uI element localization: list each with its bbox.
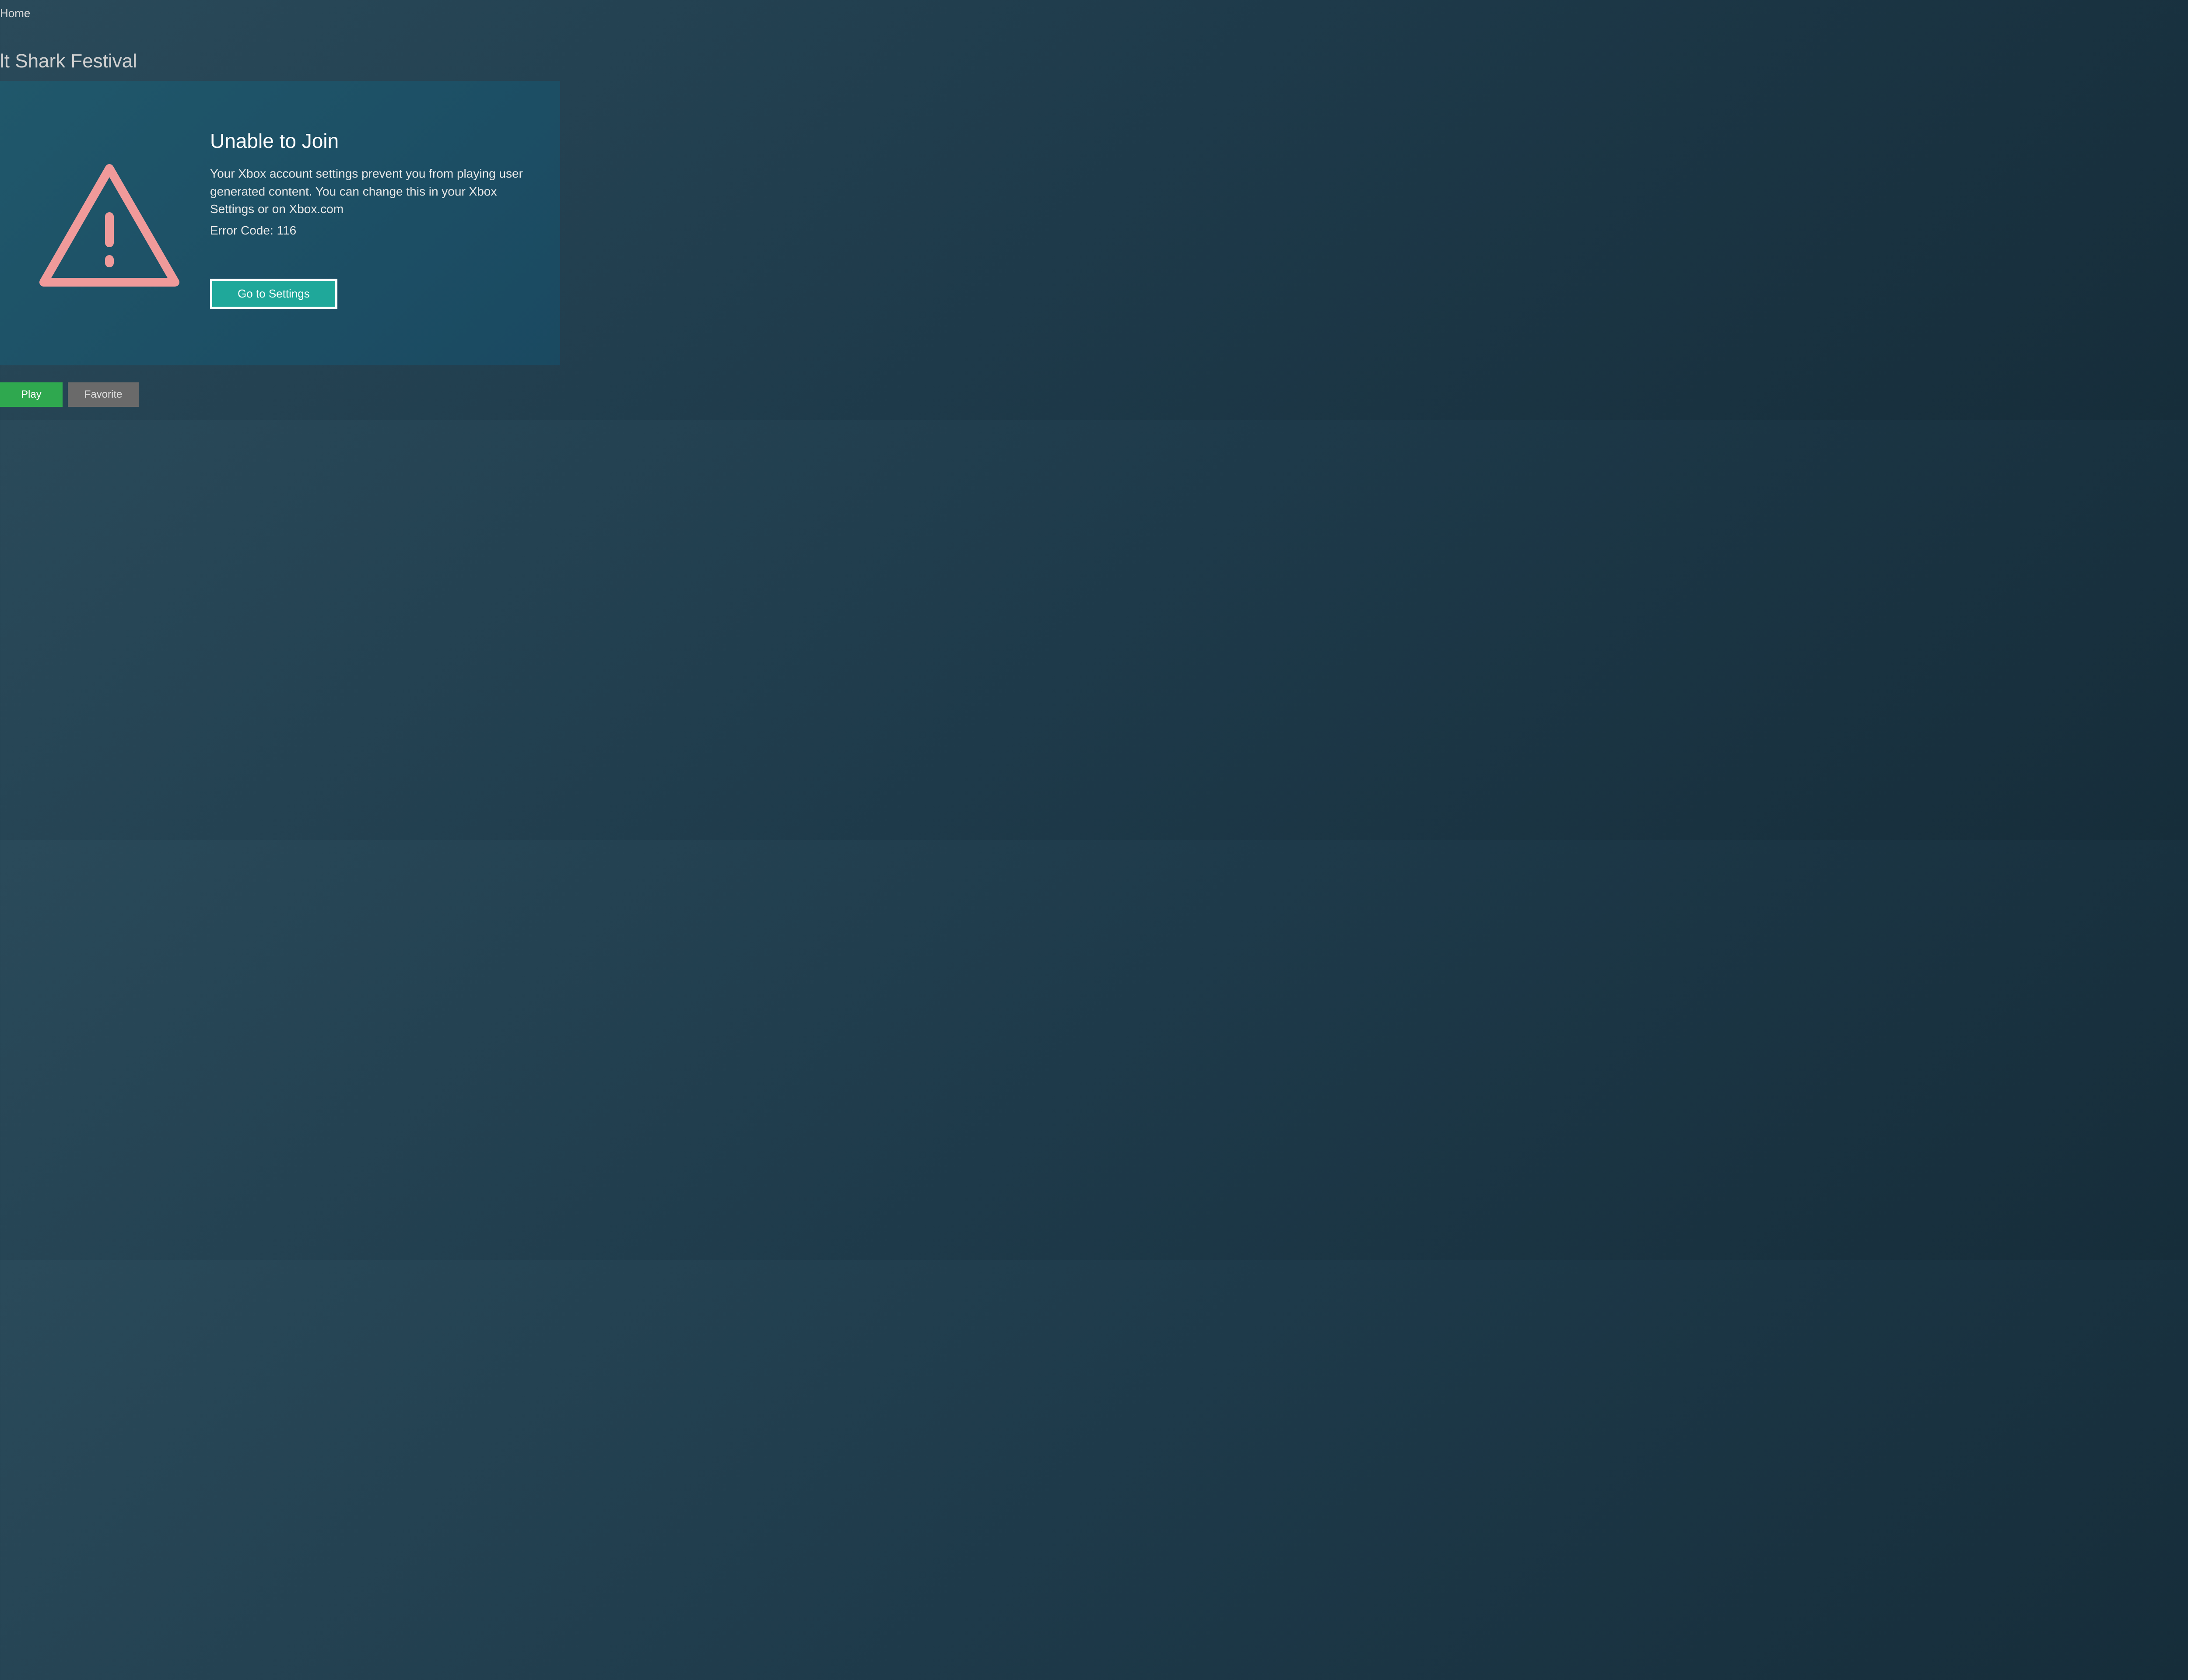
error-title: Unable to Join — [210, 129, 525, 153]
error-message: Your Xbox account settings prevent you f… — [210, 165, 525, 218]
home-link[interactable]: Home — [0, 7, 30, 20]
action-button-container: Go to Settings — [210, 279, 525, 309]
bottom-action-bar: Play Favorite — [0, 382, 139, 407]
top-navigation: Home — [0, 7, 30, 20]
warning-triangle-icon — [35, 160, 184, 291]
favorite-button[interactable]: Favorite — [68, 382, 139, 407]
go-to-settings-button[interactable]: Go to Settings — [210, 279, 337, 309]
error-dialog: Unable to Join Your Xbox account setting… — [0, 81, 560, 365]
error-code: Error Code: 116 — [210, 222, 525, 240]
warning-icon-container — [26, 142, 193, 308]
game-title: lt Shark Festival — [0, 50, 137, 72]
play-button[interactable]: Play — [0, 382, 63, 407]
error-content: Unable to Join Your Xbox account setting… — [193, 125, 525, 309]
